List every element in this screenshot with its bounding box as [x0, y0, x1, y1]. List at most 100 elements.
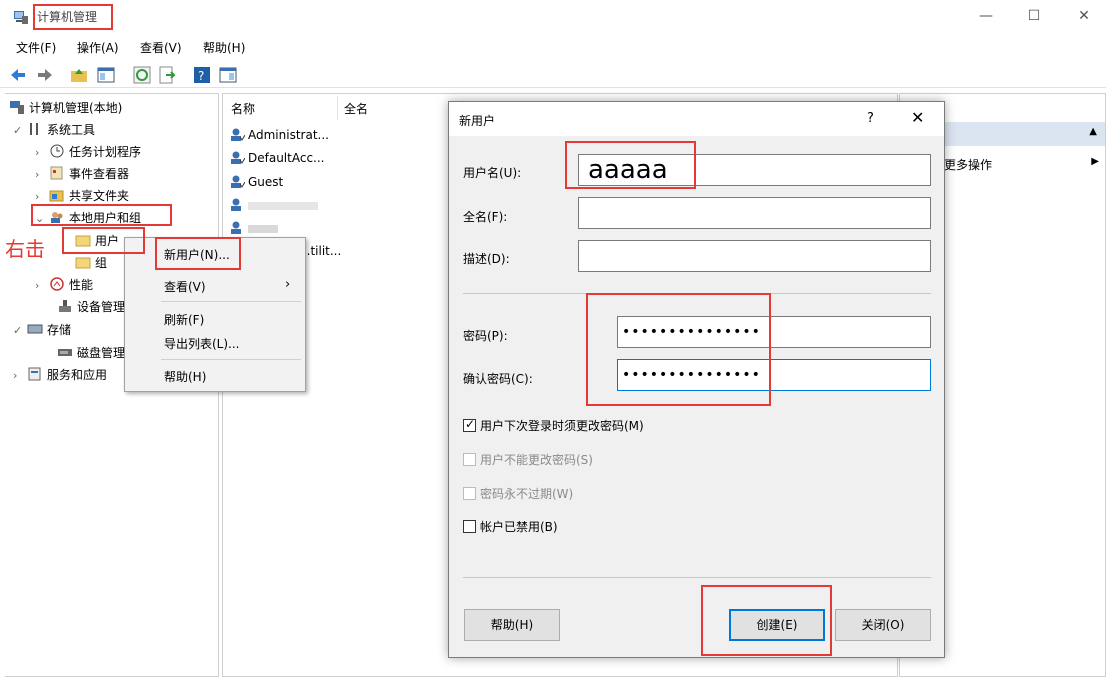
- tree-item-disk-management[interactable]: 磁盘管理: [57, 343, 125, 363]
- tree-root-label: 计算机管理(本地): [29, 101, 123, 115]
- tree-label: 存储: [47, 323, 72, 337]
- collapse-up-icon[interactable]: ▲: [1089, 126, 1097, 137]
- context-menu-export[interactable]: 导出列表(L)...: [164, 335, 240, 352]
- menu-view[interactable]: 查看(V): [140, 39, 182, 56]
- fullname-label: 全名(F):: [463, 210, 508, 224]
- list-item[interactable]: [229, 218, 278, 238]
- back-arrow-icon[interactable]: [9, 66, 27, 84]
- annotation-username-highlight: [565, 141, 696, 189]
- list-item[interactable]: Administrat...: [229, 125, 329, 145]
- tree-item-services-apps[interactable]: › 服务和应用: [13, 365, 107, 385]
- annotation-create-highlight: [701, 585, 832, 656]
- blurred-name: [248, 224, 278, 233]
- checkmark-icon: ✓: [465, 417, 476, 431]
- list-item[interactable]: Guest: [229, 172, 283, 192]
- checkbox-cannot-change-password: 用户不能更改密码(S): [463, 451, 593, 468]
- maximize-button[interactable]: ☐: [1014, 4, 1054, 28]
- checkbox-label: 用户不能更改密码(S): [480, 453, 593, 467]
- tree-label: 任务计划程序: [69, 145, 142, 159]
- menu-separator: [161, 301, 301, 302]
- checkbox-label: 帐户已禁用(B): [480, 520, 558, 534]
- properties-pane-icon[interactable]: [219, 66, 237, 84]
- tree-label: 磁盘管理: [77, 346, 126, 360]
- context-menu-view[interactable]: 查看(V): [164, 278, 206, 295]
- tree-label: 性能: [69, 278, 94, 292]
- dialog-help-icon[interactable]: ?: [867, 111, 874, 126]
- checkbox-password-never-expires: 密码永不过期(W): [463, 485, 573, 502]
- tree-item-groups[interactable]: 组: [75, 253, 107, 273]
- checkbox-box: [463, 453, 476, 466]
- annotation-users-highlight: [62, 227, 145, 254]
- tree-item-performance[interactable]: › 性能: [35, 275, 93, 295]
- context-menu-refresh[interactable]: 刷新(F): [164, 311, 204, 328]
- dialog-titlebar: 新用户 ? ✕: [449, 102, 944, 136]
- user-name: DefaultAcc...: [248, 151, 325, 165]
- column-divider: [337, 96, 338, 120]
- menu-action[interactable]: 操作(A): [77, 39, 119, 56]
- tree-label: 组: [95, 256, 108, 270]
- column-header-fullname[interactable]: 全名: [344, 100, 368, 117]
- folder-icon: [75, 255, 91, 269]
- minimize-button[interactable]: —: [966, 4, 1006, 28]
- tree-item-task-scheduler[interactable]: › 任务计划程序: [35, 142, 141, 162]
- device-manager-icon: [57, 299, 73, 313]
- submenu-arrow-icon: ›: [285, 277, 291, 292]
- dialog-close-icon[interactable]: ✕: [911, 108, 924, 127]
- menu-help[interactable]: 帮助(H): [203, 39, 245, 56]
- user-icon: [229, 174, 246, 189]
- password-label: 密码(P):: [463, 329, 508, 343]
- description-label: 描述(D):: [463, 252, 510, 266]
- checkbox-account-disabled[interactable]: 帐户已禁用(B): [463, 518, 558, 535]
- help-icon[interactable]: ?: [193, 66, 211, 84]
- tree-label: 系统工具: [47, 123, 96, 137]
- list-item[interactable]: DefaultAcc...: [229, 148, 324, 168]
- tree-label: 事件查看器: [69, 167, 130, 181]
- shared-folder-icon: [49, 188, 65, 202]
- help-button[interactable]: 帮助(H): [464, 609, 560, 641]
- svg-text:?: ?: [198, 69, 204, 83]
- list-item[interactable]: [229, 195, 318, 215]
- close-button[interactable]: 关闭(O): [835, 609, 931, 641]
- clock-icon: [49, 144, 65, 158]
- column-header-name[interactable]: 名称: [231, 100, 255, 117]
- close-window-button[interactable]: ✕: [1064, 4, 1104, 28]
- tree-label: 共享文件夹: [69, 189, 130, 203]
- window-titlebar: 计算机管理 — ☐ ✕: [0, 0, 1106, 34]
- chevron-down-icon[interactable]: ✓: [13, 321, 27, 341]
- chevron-right-icon[interactable]: ›: [13, 366, 27, 386]
- tree-item-system-tools[interactable]: ✓ 系统工具: [13, 120, 95, 140]
- chevron-right-icon[interactable]: ›: [35, 143, 49, 163]
- user-name: Guest: [248, 175, 284, 189]
- checkbox-box[interactable]: ✓: [463, 417, 476, 432]
- up-folder-icon[interactable]: [70, 66, 88, 84]
- user-icon: [229, 150, 246, 165]
- menubar: 文件(F) 操作(A) 查看(V) 帮助(H): [0, 36, 1106, 58]
- menu-file[interactable]: 文件(F): [16, 39, 56, 56]
- description-field[interactable]: [578, 240, 931, 272]
- tree-item-storage[interactable]: ✓ 存储: [13, 320, 71, 340]
- checkbox-label: 密码永不过期(W): [480, 487, 574, 501]
- checkbox-label: 用户下次登录时须更改密码(M): [480, 419, 644, 433]
- tree-item-device-manager[interactable]: 设备管理: [57, 297, 125, 317]
- context-menu-help[interactable]: 帮助(H): [164, 368, 206, 385]
- event-viewer-icon: [49, 166, 65, 180]
- forward-arrow-icon[interactable]: [36, 66, 54, 84]
- fullname-field[interactable]: [578, 197, 931, 229]
- annotation-password-highlight: [586, 293, 771, 406]
- annotation-local-users-highlight: [31, 204, 172, 226]
- chevron-down-icon[interactable]: ✓: [13, 121, 27, 141]
- checkbox-box[interactable]: [463, 520, 476, 533]
- chevron-right-icon[interactable]: ›: [35, 165, 49, 185]
- refresh-icon[interactable]: [133, 66, 151, 84]
- tree-item-root[interactable]: 计算机管理(本地): [9, 98, 122, 118]
- more-actions[interactable]: 更多操作: [944, 156, 992, 173]
- tree-item-event-viewer[interactable]: › 事件查看器: [35, 164, 129, 184]
- checkbox-must-change-password[interactable]: ✓ 用户下次登录时须更改密码(M): [463, 417, 644, 434]
- user-name: Administrat...: [248, 128, 329, 142]
- tree-item-shared-folders[interactable]: › 共享文件夹: [35, 186, 129, 206]
- annotation-new-user-highlight: [155, 237, 241, 270]
- submenu-arrow-icon: ▶: [1091, 156, 1099, 167]
- export-list-icon[interactable]: [158, 66, 176, 84]
- show-hide-tree-icon[interactable]: [97, 66, 115, 84]
- chevron-right-icon[interactable]: ›: [35, 276, 49, 296]
